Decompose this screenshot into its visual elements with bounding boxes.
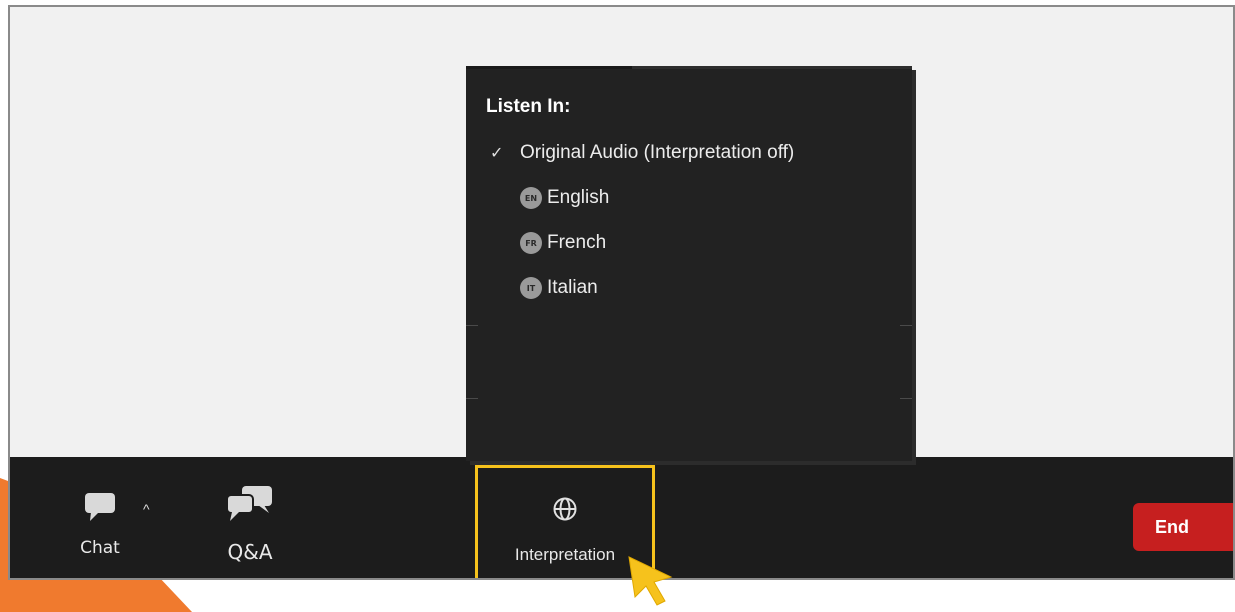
chat-bubble-icon [83, 491, 117, 528]
popup-divider-tick [466, 398, 478, 399]
language-badge-en-icon: EN [520, 187, 542, 209]
language-badge-fr-icon: FR [520, 232, 542, 254]
interpretation-label: Interpretation [514, 545, 616, 564]
language-label: Italian [547, 277, 598, 298]
listen-in-header: Listen In: [486, 96, 571, 117]
checkmark-icon: ✓ [490, 145, 504, 162]
interpretation-popup-menu: Listen In: ✓ Original Audio (Interpretat… [466, 66, 912, 461]
menu-item-original-audio[interactable]: ✓ Original Audio (Interpretation off) [490, 142, 794, 164]
language-label: English [547, 187, 610, 208]
chat-options-caret-icon[interactable]: ^ [143, 501, 150, 517]
popup-divider-tick [466, 325, 478, 326]
chat-label: Chat [80, 538, 120, 558]
meeting-toolbar: Chat ^ Q&A Interpretation End [10, 457, 1233, 578]
chat-button[interactable]: Chat [70, 491, 130, 558]
popup-top-divider [466, 66, 632, 69]
menu-item-italian[interactable]: IT Italian [520, 277, 598, 299]
menu-item-french[interactable]: FR French [520, 232, 606, 254]
original-audio-label: Original Audio (Interpretation off) [520, 142, 795, 163]
popup-divider-tick [900, 325, 912, 326]
qa-button[interactable]: Q&A [215, 485, 285, 564]
menu-item-english[interactable]: EN English [520, 187, 609, 209]
qa-bubbles-icon [224, 485, 276, 528]
globe-icon [552, 496, 578, 527]
popup-divider-tick [900, 398, 912, 399]
qa-label: Q&A [227, 540, 273, 564]
language-label: French [547, 232, 607, 253]
pointer-arrow-icon [628, 556, 673, 606]
end-label: End [1155, 516, 1189, 537]
language-badge-it-icon: IT [520, 277, 542, 299]
end-meeting-button[interactable]: End [1133, 503, 1233, 551]
